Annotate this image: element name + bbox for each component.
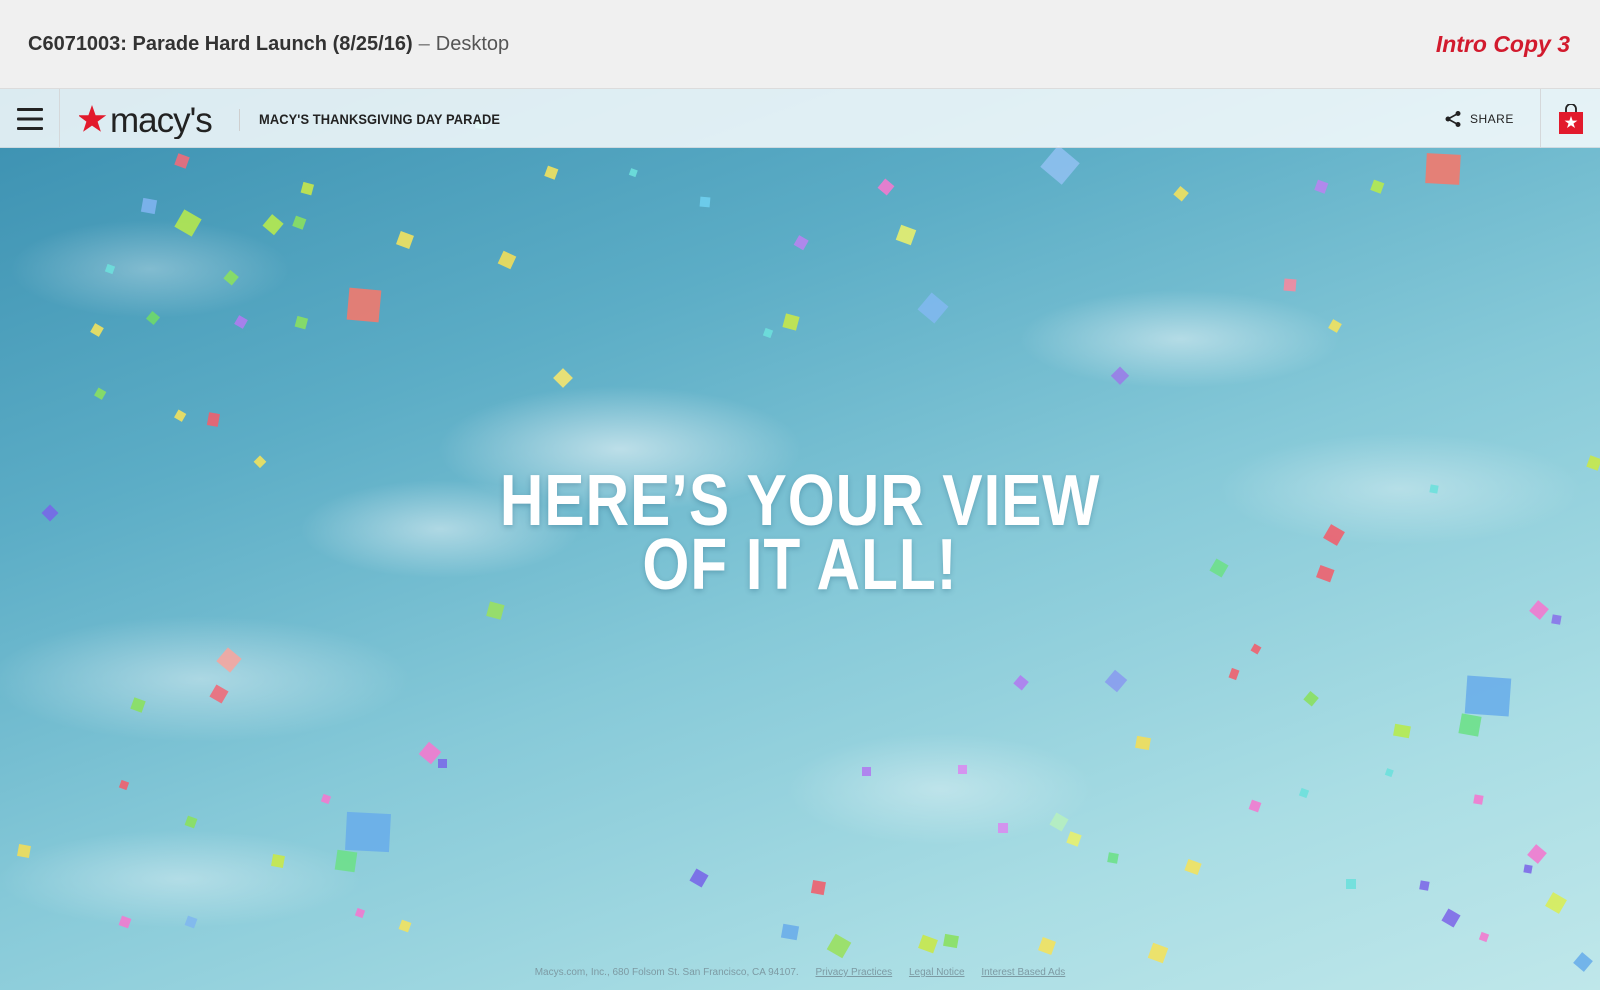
screen-label: Intro Copy 3 (1435, 31, 1570, 57)
svg-text:macy's: macy's (110, 103, 212, 139)
interest-based-ads-link[interactable]: Interest Based Ads (981, 967, 1065, 978)
hero-headline: HERE’S YOUR VIEW OF IT ALL! (380, 461, 1220, 605)
project-title: C6071003: Parade Hard Launch (8/25/16) (28, 33, 413, 55)
menu-button[interactable] (0, 89, 60, 148)
privacy-practices-link[interactable]: Privacy Practices (815, 967, 892, 978)
nav-title[interactable]: MACY'S THANKSGIVING DAY PARADE (259, 111, 500, 127)
shopping-bag-button[interactable] (1540, 89, 1600, 148)
project-heading: C6071003: Parade Hard Launch (8/25/16) – D… (28, 33, 509, 56)
headline-line-1: HERE’S YOUR VIEW (499, 461, 1101, 541)
menu-icon (16, 107, 43, 130)
shopping-bag-icon (1558, 103, 1583, 134)
site-navbar: macy's MACY'S THANKSGIVING DAY PARADE SH… (0, 89, 1600, 148)
title-separator: – (418, 33, 430, 55)
page-viewport: macy's MACY'S THANKSGIVING DAY PARADE SH… (0, 89, 1600, 990)
legal-footer: Macys.com, Inc., 680 Folsom St. San Fran… (0, 967, 1600, 978)
footer-address: Macys.com, Inc., 680 Folsom St. San Fran… (534, 967, 799, 978)
legal-notice-link[interactable]: Legal Notice (909, 967, 965, 978)
presentation-header: C6071003: Parade Hard Launch (8/25/16) – D… (0, 0, 1600, 89)
view-name: Desktop (435, 33, 510, 55)
macys-logo[interactable]: macy's (79, 103, 221, 139)
headline-line-2: OF IT ALL! (642, 525, 958, 605)
share-icon (1445, 111, 1461, 127)
share-label: SHARE (1470, 112, 1514, 126)
star-icon (79, 105, 107, 132)
share-button[interactable]: SHARE (1444, 108, 1514, 130)
logo-divider (239, 109, 240, 131)
